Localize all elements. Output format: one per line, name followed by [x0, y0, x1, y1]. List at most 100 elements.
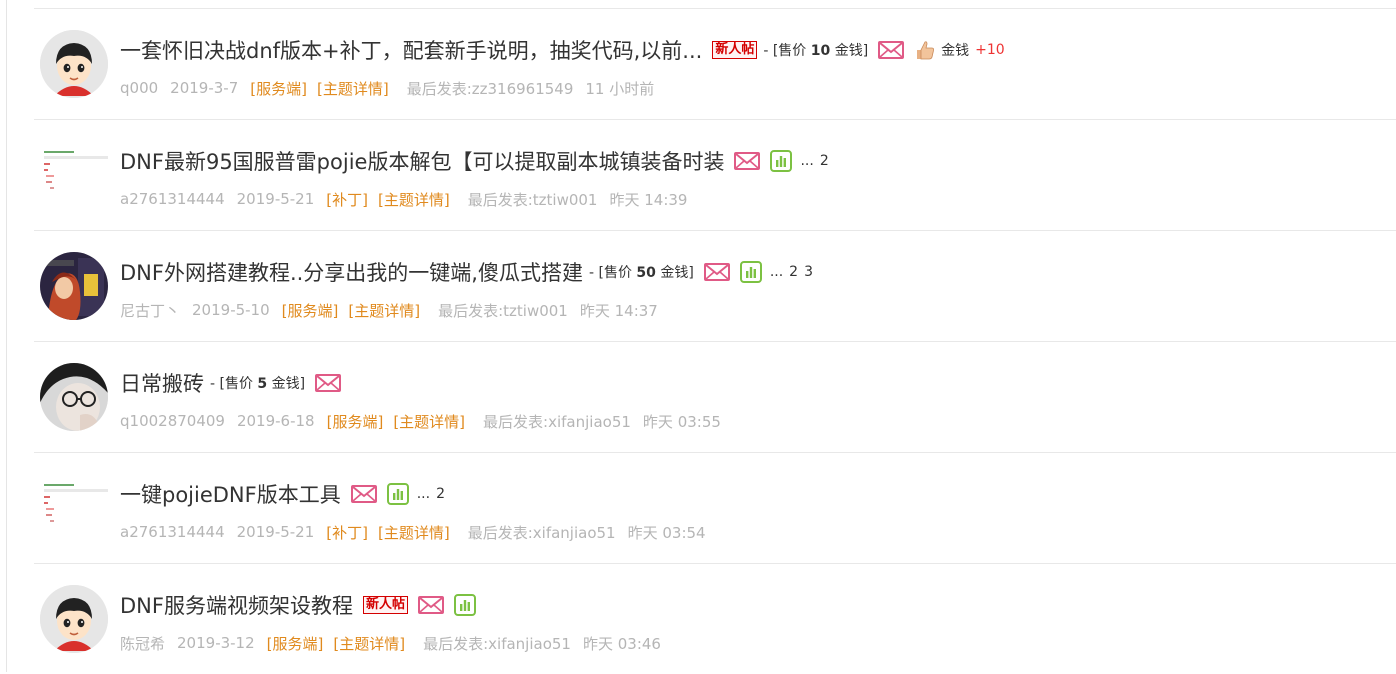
game-character-avatar-icon	[40, 252, 108, 320]
new-post-badge: 新人帖	[712, 41, 758, 59]
mail-icon[interactable]	[703, 263, 730, 281]
category-tag[interactable]: [服务端]	[327, 411, 384, 432]
reward-label: 金钱	[941, 43, 970, 59]
last-post-time: 昨天 03:54	[627, 523, 706, 542]
pages-ellipsis: ...	[769, 264, 784, 280]
author-name[interactable]: 陈冠希	[120, 633, 165, 654]
category-tag[interactable]: [补丁]	[326, 522, 368, 543]
page-links: ... 2 3	[770, 264, 813, 280]
detail-link[interactable]: [主题详情]	[378, 189, 450, 210]
thread-title[interactable]: 日常搬砖	[120, 368, 204, 398]
detail-link[interactable]: [主题详情]	[348, 300, 420, 321]
last-poster[interactable]: 最后发表:xifanjiao51	[423, 633, 571, 654]
cartoon-boy-avatar-icon	[40, 30, 108, 98]
new-post-badge: 新人帖	[362, 596, 408, 614]
price-prefix: - [售价	[588, 265, 637, 281]
last-poster[interactable]: 最后发表:zz316961549	[407, 78, 574, 99]
thread-title-line: DNF外网搭建教程..分享出我的一键端,傻瓜式搭建 - [售价 50 金钱] .…	[120, 255, 1396, 289]
last-poster[interactable]: 最后发表:xifanjiao51	[483, 411, 631, 432]
thread-row: DNF最新95国服普雷pojie版本解包【可以提取副本城镇装备时装 ... 2 a…	[34, 120, 1396, 231]
detail-link[interactable]: [主题详情]	[393, 411, 465, 432]
mail-icon[interactable]	[878, 41, 905, 59]
thread-meta-line: q1002870409 2019-6-18 [服务端] [主题详情] 最后发表:…	[120, 409, 1396, 433]
author-avatar[interactable]	[40, 141, 108, 209]
category-tag[interactable]: [补丁]	[326, 189, 368, 210]
thread-title-line: 一套怀旧决战dnf版本+补丁，配套新手说明，抽奖代码,以前... 新人帖 - […	[120, 33, 1396, 67]
thread-title[interactable]: DNF外网搭建教程..分享出我的一键端,傻瓜式搭建	[120, 257, 583, 287]
page-links: ... 2	[800, 153, 828, 169]
thread-meta-line: q000 2019-3-7 [服务端] [主题详情] 最后发表:zz316961…	[120, 76, 1396, 100]
post-date: 2019-3-12	[177, 634, 255, 652]
author-name[interactable]: q1002870409	[120, 412, 225, 430]
mail-icon[interactable]	[734, 152, 761, 170]
price-suffix: 金钱]	[830, 43, 869, 59]
pages-ellipsis: ...	[800, 153, 814, 169]
author-avatar[interactable]	[40, 474, 108, 542]
cartoon-boy-avatar-icon	[40, 585, 108, 653]
thread-meta-line: 陈冠希 2019-3-12 [服务端] [主题详情] 最后发表:xifanjia…	[120, 631, 1396, 655]
thread-row: DNF服务端视频架设教程 新人帖 陈冠希 2019-3-12 [服务端] [主题…	[34, 564, 1396, 674]
thread-meta-line: 尼古丁丶 2019-5-10 [服务端] [主题详情] 最后发表:tztiw00…	[120, 298, 1396, 322]
detail-link[interactable]: [主题详情]	[333, 633, 405, 654]
post-date: 2019-5-21	[236, 523, 315, 541]
stats-icon[interactable]	[453, 594, 476, 616]
mail-icon[interactable]	[350, 485, 377, 503]
price-value: 10	[810, 43, 831, 59]
price-prefix: - [售价	[763, 43, 811, 59]
price-prefix: - [售价	[210, 376, 258, 392]
thread-meta-line: a2761314444 2019-5-21 [补丁] [主题详情] 最后发表:x…	[120, 520, 1396, 544]
author-name[interactable]: 尼古丁丶	[120, 300, 180, 321]
thread-title-line: 一键pojieDNF版本工具 ... 2	[120, 477, 1396, 511]
last-post-time: 11 小时前	[585, 79, 655, 98]
post-date: 2019-5-10	[192, 301, 270, 319]
page-link[interactable]: 2	[436, 486, 445, 502]
thread-title-line: DNF服务端视频架设教程 新人帖	[120, 588, 1396, 622]
last-post-time: 昨天 14:39	[609, 190, 688, 209]
author-name[interactable]: a2761314444	[120, 523, 225, 541]
stats-icon[interactable]	[770, 150, 793, 172]
thread-row: 一键pojieDNF版本工具 ... 2 a2761314444 2019-5-2…	[34, 453, 1396, 564]
author-avatar[interactable]	[40, 252, 108, 320]
page-link[interactable]: 2	[820, 153, 829, 169]
photo-avatar-icon	[40, 363, 108, 431]
reward-value: +10	[975, 42, 1005, 58]
stats-icon[interactable]	[386, 483, 409, 505]
author-avatar[interactable]	[40, 585, 108, 653]
detail-link[interactable]: [主题详情]	[378, 522, 450, 543]
author-name[interactable]: a2761314444	[120, 190, 225, 208]
author-avatar[interactable]	[40, 363, 108, 431]
author-name[interactable]: q000	[120, 79, 158, 97]
price-value: 5	[257, 376, 268, 392]
mail-icon[interactable]	[315, 374, 342, 392]
pages-ellipsis: ...	[416, 486, 431, 502]
price-info: - [售价 5 金钱]	[210, 373, 305, 393]
thread-title[interactable]: 一套怀旧决战dnf版本+补丁，配套新手说明，抽奖代码,以前...	[120, 35, 702, 65]
last-poster[interactable]: 最后发表:tztiw001	[438, 300, 568, 321]
left-border	[6, 0, 7, 672]
post-date: 2019-6-18	[236, 412, 315, 430]
price-value: 50	[636, 265, 656, 281]
thread-row: 日常搬砖 - [售价 5 金钱] q1002870409 2019-6-18 […	[34, 342, 1396, 453]
price-info: - [售价 10 金钱]	[763, 40, 868, 60]
last-poster[interactable]: 最后发表:tztiw001	[468, 189, 598, 210]
thread-title[interactable]: DNF最新95国服普雷pojie版本解包【可以提取副本城镇装备时装	[120, 146, 724, 176]
list-top-divider	[34, 0, 1396, 9]
page-link[interactable]: 3	[804, 264, 813, 280]
category-tag[interactable]: [服务端]	[267, 633, 324, 654]
post-date: 2019-3-7	[170, 79, 239, 97]
category-tag[interactable]: [服务端]	[282, 300, 339, 321]
last-poster[interactable]: 最后发表:xifanjiao51	[468, 522, 616, 543]
screenshot-thumbnail-icon	[40, 474, 108, 542]
page-link[interactable]: 2	[789, 264, 798, 280]
thread-title[interactable]: DNF服务端视频架设教程	[120, 590, 353, 620]
last-post-time: 昨天 03:46	[582, 634, 661, 653]
author-avatar[interactable]	[40, 30, 108, 98]
screenshot-thumbnail-icon	[40, 141, 108, 209]
page-links: ... 2	[417, 486, 445, 502]
thread-meta-line: a2761314444 2019-5-21 [补丁] [主题详情] 最后发表:t…	[120, 187, 1396, 211]
stats-icon[interactable]	[739, 261, 762, 283]
detail-link[interactable]: [主题详情]	[317, 78, 389, 99]
mail-icon[interactable]	[417, 596, 444, 614]
thread-title[interactable]: 一键pojieDNF版本工具	[120, 479, 341, 509]
category-tag[interactable]: [服务端]	[250, 78, 307, 99]
